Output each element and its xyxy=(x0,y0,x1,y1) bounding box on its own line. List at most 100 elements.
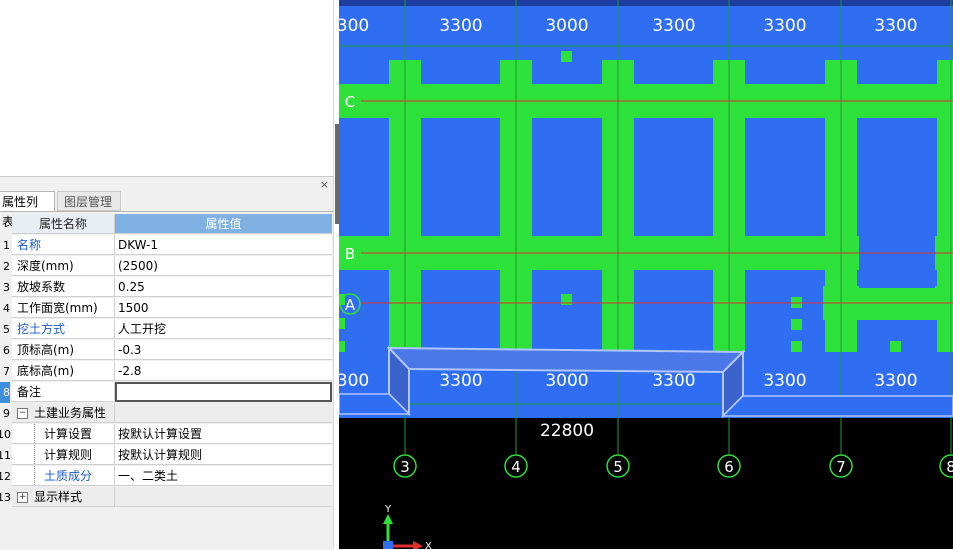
table-row[interactable]: 7 底标高(m) -2.8 xyxy=(0,361,333,382)
dim-label: 3000 xyxy=(545,16,588,36)
slab-panel xyxy=(534,118,600,208)
row-number: 10 xyxy=(0,428,11,441)
slab-panel xyxy=(636,270,711,350)
table-row[interactable]: 1 名称 DKW-1 xyxy=(0,235,333,256)
table-row-group[interactable]: 13 + 显示样式 xyxy=(0,487,333,508)
axis-label-5: 5 xyxy=(613,458,623,476)
dim-label: 300 xyxy=(339,371,369,391)
total-dim-label: 22800 xyxy=(540,421,594,441)
tree-line xyxy=(34,424,36,443)
table-row[interactable]: 5 挖土方式 人工开挖 xyxy=(0,319,333,340)
axis-label-a: A xyxy=(345,296,356,314)
property-name: 放坡系数 xyxy=(12,277,115,297)
dim-label: 3300 xyxy=(874,371,917,391)
slab-panel xyxy=(534,270,600,350)
row-number: 7 xyxy=(3,365,10,378)
table-row[interactable]: 6 顶标高(m) -0.3 xyxy=(0,340,333,361)
slab-edge xyxy=(339,0,953,6)
axis-label-6: 6 xyxy=(724,458,734,476)
tab-layer-management[interactable]: 图层管理 xyxy=(57,191,121,211)
group-header: − 土建业务属性 xyxy=(12,403,115,423)
remark-input[interactable] xyxy=(115,382,332,402)
property-value xyxy=(115,403,332,423)
property-value[interactable]: 0.25 xyxy=(115,277,332,297)
slab-panel xyxy=(859,118,935,288)
row-number: 1 xyxy=(3,239,10,252)
table-row[interactable]: 8 备注 xyxy=(0,382,333,403)
table-row[interactable]: 11 计算规则 按默认计算规则 xyxy=(0,445,333,466)
row-number: 9 xyxy=(3,407,10,420)
panel-tabs: 属性列表 图层管理 xyxy=(0,191,333,229)
blank-area xyxy=(0,0,335,172)
dim-label: 3300 xyxy=(763,371,806,391)
dim-label: 3000 xyxy=(545,371,588,391)
property-value[interactable]: DKW-1 xyxy=(115,235,332,255)
row-number: 12 xyxy=(0,470,11,483)
axis-label-8: 8 xyxy=(946,458,953,476)
property-value[interactable]: -2.8 xyxy=(115,361,332,381)
row-number: 6 xyxy=(3,344,10,357)
column-marker xyxy=(791,319,802,330)
grid-header: 属性名称 属性值 xyxy=(0,214,333,235)
tree-line xyxy=(34,445,36,464)
property-value[interactable]: -0.3 xyxy=(115,340,332,360)
axis-label-b: B xyxy=(345,245,355,263)
header-name[interactable]: 属性名称 xyxy=(12,214,115,234)
column-marker xyxy=(339,341,345,352)
expand-toggle[interactable]: + xyxy=(17,492,28,503)
tab-property-list[interactable]: 属性列表 xyxy=(0,191,55,229)
property-name: 备注 xyxy=(12,382,115,402)
column-marker xyxy=(791,341,802,352)
col-axis-bubbles: 3 4 5 6 7 8 xyxy=(393,454,953,478)
left-pane: × 属性列表 图层管理 属性名称 属性值 1 名称 DKW-1 2 深度(mm)… xyxy=(0,0,335,550)
property-value[interactable]: 一、二类土 xyxy=(115,466,332,486)
tree-line xyxy=(34,466,36,485)
property-name-text: 计算规则 xyxy=(44,448,93,462)
dim-label: 300 xyxy=(339,16,369,36)
slab-panel xyxy=(636,118,711,208)
property-name: 土质成分 xyxy=(12,466,115,486)
header-value[interactable]: 属性值 xyxy=(115,214,332,234)
row-number: 3 xyxy=(3,281,10,294)
property-value[interactable]: (2500) xyxy=(115,256,332,276)
axis-label-c: C xyxy=(345,93,355,111)
dim-label: 3300 xyxy=(763,16,806,36)
property-name: 深度(mm) xyxy=(12,256,115,276)
row-number: 2 xyxy=(3,260,10,273)
row-number: 8 xyxy=(0,382,10,403)
property-name-text: 计算设置 xyxy=(44,427,93,441)
property-value[interactable]: 按默认计算设置 xyxy=(115,424,332,444)
table-row[interactable]: 10 计算设置 按默认计算设置 xyxy=(0,424,333,445)
column-marker xyxy=(890,341,901,352)
row-number: 4 xyxy=(3,302,10,315)
property-name: 名称 xyxy=(12,235,115,255)
table-row[interactable]: 4 工作面宽(mm) 1500 xyxy=(0,298,333,319)
group-label: 显示样式 xyxy=(34,490,83,504)
collapse-toggle[interactable]: − xyxy=(17,408,28,419)
property-value[interactable]: 1500 xyxy=(115,298,332,318)
property-name: 计算设置 xyxy=(12,424,115,444)
table-row[interactable]: 3 放坡系数 0.25 xyxy=(0,277,333,298)
slab-panel xyxy=(747,270,823,350)
row-number: 11 xyxy=(0,449,11,462)
column-marker xyxy=(339,318,345,329)
property-value[interactable]: 人工开挖 xyxy=(115,319,332,339)
property-name: 顶标高(m) xyxy=(12,340,115,360)
property-value[interactable]: 按默认计算规则 xyxy=(115,445,332,465)
dim-label: 3300 xyxy=(439,371,482,391)
ucs-y-label: Y xyxy=(384,504,392,515)
row-number: 5 xyxy=(3,323,10,336)
ucs-icon: Y X xyxy=(383,504,432,549)
property-name: 底标高(m) xyxy=(12,361,115,381)
property-name: 挖土方式 xyxy=(12,319,115,339)
drawing-svg: 300 3300 3000 3300 3300 3300 300 3300 30… xyxy=(339,0,953,549)
axis-label-7: 7 xyxy=(836,458,846,476)
table-row[interactable]: 2 深度(mm) (2500) xyxy=(0,256,333,277)
cad-canvas[interactable]: 300 3300 3000 3300 3300 3300 300 3300 30… xyxy=(339,0,953,549)
table-row-group[interactable]: 9 − 土建业务属性 xyxy=(0,403,333,424)
dim-label: 3300 xyxy=(439,16,482,36)
panel-close-button[interactable]: × xyxy=(320,179,329,190)
property-value xyxy=(115,487,332,507)
slab-panel xyxy=(423,270,498,350)
table-row[interactable]: 12 土质成分 一、二类土 xyxy=(0,466,333,487)
